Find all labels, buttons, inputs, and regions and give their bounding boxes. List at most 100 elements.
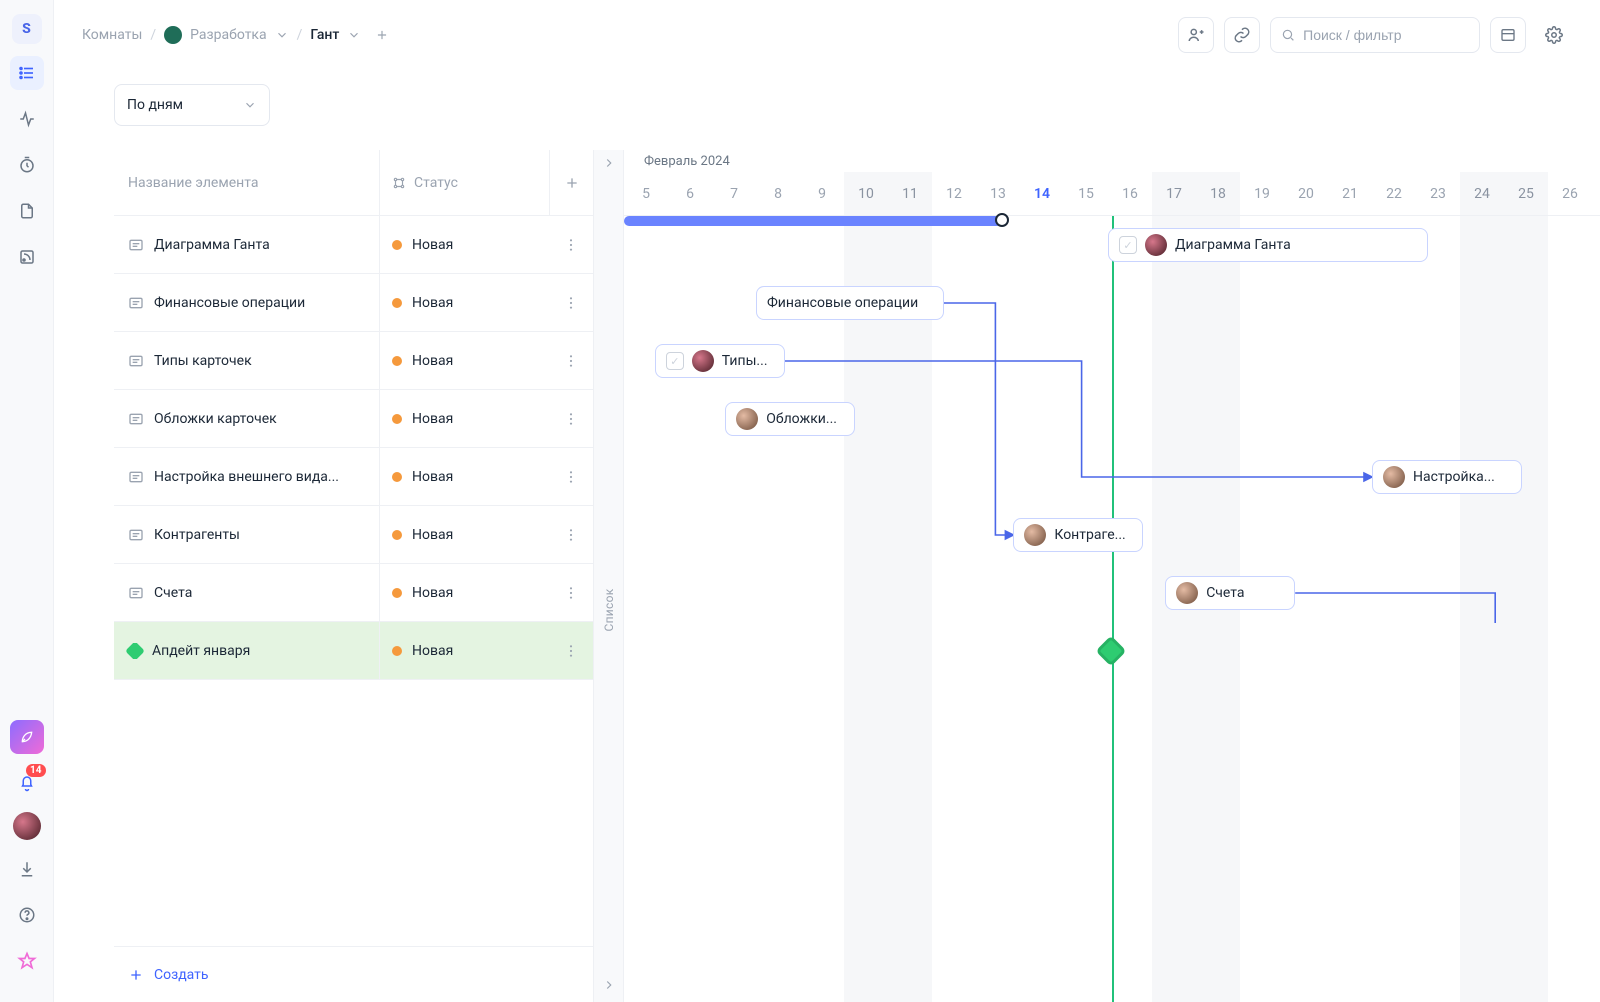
help-icon[interactable] bbox=[10, 898, 44, 932]
gantt-task[interactable]: Счета bbox=[1165, 576, 1295, 610]
assignee-avatar[interactable] bbox=[736, 408, 758, 430]
nav-activity-icon[interactable] bbox=[10, 102, 44, 136]
search-input[interactable] bbox=[1270, 17, 1480, 53]
nav-feed-icon[interactable] bbox=[10, 240, 44, 274]
gantt-row: Обложки... bbox=[624, 390, 1600, 448]
assignee-avatar[interactable] bbox=[692, 350, 714, 372]
gantt-task[interactable]: Настройка... bbox=[1372, 460, 1522, 494]
row-more-icon[interactable] bbox=[549, 390, 593, 447]
task-check-icon[interactable]: ✓ bbox=[666, 352, 684, 370]
status-dot bbox=[392, 588, 402, 598]
row-name: Счета bbox=[154, 585, 192, 601]
row-more-icon[interactable] bbox=[549, 622, 593, 679]
timeline-day[interactable]: 10 bbox=[844, 172, 888, 215]
timeline-day[interactable]: 16 bbox=[1108, 172, 1152, 215]
timeline-day[interactable]: 14 bbox=[1020, 172, 1064, 215]
plus-icon bbox=[128, 967, 144, 983]
settings-icon[interactable] bbox=[1536, 17, 1572, 53]
layout-icon[interactable] bbox=[1490, 17, 1526, 53]
list-row[interactable]: СчетаНовая bbox=[114, 564, 593, 622]
download-icon[interactable] bbox=[10, 852, 44, 886]
nav-doc-icon[interactable] bbox=[10, 194, 44, 228]
create-button[interactable]: Создать bbox=[114, 946, 593, 1002]
assignee-avatar[interactable] bbox=[1176, 582, 1198, 604]
gantt-milestone[interactable] bbox=[1096, 635, 1127, 666]
share-users-icon[interactable] bbox=[1178, 17, 1214, 53]
timeline-day[interactable]: 20 bbox=[1284, 172, 1328, 215]
row-more-icon[interactable] bbox=[549, 448, 593, 505]
timeline-day[interactable]: 13 bbox=[976, 172, 1020, 215]
timeline-day[interactable]: 15 bbox=[1064, 172, 1108, 215]
gantt-task[interactable]: Обложки... bbox=[725, 402, 855, 436]
link-icon[interactable] bbox=[1224, 17, 1260, 53]
status-dot bbox=[392, 240, 402, 250]
timeline-day[interactable]: 17 bbox=[1152, 172, 1196, 215]
timeline-day[interactable]: 12 bbox=[932, 172, 976, 215]
app-store-icon[interactable] bbox=[10, 944, 44, 978]
timeline-day[interactable]: 22 bbox=[1372, 172, 1416, 215]
status-label: Новая bbox=[412, 237, 453, 253]
list-row[interactable]: Апдейт январяНовая bbox=[114, 622, 593, 680]
upgrade-icon[interactable] bbox=[10, 720, 44, 754]
timeline-day[interactable]: 9 bbox=[800, 172, 844, 215]
timeline[interactable]: 567891011121314151617181920212223242526 bbox=[624, 172, 1600, 216]
timeline-day[interactable]: 8 bbox=[756, 172, 800, 215]
breadcrumb-project[interactable]: Разработка bbox=[190, 27, 266, 43]
nav-timer-icon[interactable] bbox=[10, 148, 44, 182]
gantt-task[interactable]: Финансовые операции bbox=[756, 286, 944, 320]
chevron-right-icon[interactable] bbox=[602, 978, 616, 992]
nav-list-icon[interactable] bbox=[10, 56, 44, 90]
task-label: Настройка... bbox=[1413, 469, 1495, 485]
assignee-avatar[interactable] bbox=[1383, 466, 1405, 488]
gantt-task[interactable]: ✓Диаграмма Ганта bbox=[1108, 228, 1428, 262]
add-view-icon[interactable] bbox=[375, 28, 389, 42]
chevron-down-icon[interactable] bbox=[347, 28, 361, 42]
timeline-day[interactable]: 18 bbox=[1196, 172, 1240, 215]
breadcrumb-root[interactable]: Комнаты bbox=[82, 27, 142, 43]
column-name-header[interactable]: Название элемента bbox=[114, 175, 379, 191]
gantt-task[interactable]: Контраге... bbox=[1013, 518, 1143, 552]
list-row[interactable]: Настройка внешнего вида...Новая bbox=[114, 448, 593, 506]
task-check-icon[interactable]: ✓ bbox=[1119, 236, 1137, 254]
card-icon bbox=[128, 295, 144, 311]
panel-divider[interactable]: Список bbox=[594, 150, 624, 1002]
timeline-day[interactable]: 19 bbox=[1240, 172, 1284, 215]
gantt-task[interactable]: ✓Типы... bbox=[655, 344, 785, 378]
column-status-header[interactable]: Статус bbox=[379, 150, 549, 215]
breadcrumb-view[interactable]: Гант bbox=[310, 27, 339, 43]
assignee-avatar[interactable] bbox=[1145, 234, 1167, 256]
row-more-icon[interactable] bbox=[549, 564, 593, 621]
card-icon bbox=[128, 469, 144, 485]
timeline-day[interactable]: 24 bbox=[1460, 172, 1504, 215]
chevron-down-icon[interactable] bbox=[275, 28, 289, 42]
timeline-day[interactable]: 21 bbox=[1328, 172, 1372, 215]
row-more-icon[interactable] bbox=[549, 216, 593, 273]
assignee-avatar[interactable] bbox=[1024, 524, 1046, 546]
timeline-day[interactable]: 26 bbox=[1548, 172, 1592, 215]
row-more-icon[interactable] bbox=[549, 332, 593, 389]
list-row[interactable]: Диаграмма ГантаНовая bbox=[114, 216, 593, 274]
list-row[interactable]: КонтрагентыНовая bbox=[114, 506, 593, 564]
row-more-icon[interactable] bbox=[549, 274, 593, 331]
chevron-down-icon bbox=[243, 98, 257, 112]
chevron-right-icon[interactable] bbox=[602, 156, 616, 170]
status-dot bbox=[392, 530, 402, 540]
timeline-day[interactable]: 7 bbox=[712, 172, 756, 215]
list-row[interactable]: Типы карточекНовая bbox=[114, 332, 593, 390]
search-field[interactable] bbox=[1303, 27, 1469, 43]
app-logo[interactable]: S bbox=[12, 14, 42, 44]
row-more-icon[interactable] bbox=[549, 506, 593, 563]
status-dot bbox=[392, 646, 402, 656]
timeline-day[interactable]: 5 bbox=[624, 172, 668, 215]
list-row[interactable]: Обложки карточекНовая bbox=[114, 390, 593, 448]
notifications-icon[interactable]: 14 bbox=[10, 766, 44, 800]
list-row[interactable]: Финансовые операцииНовая bbox=[114, 274, 593, 332]
timeline-day[interactable]: 25 bbox=[1504, 172, 1548, 215]
timeline-day[interactable]: 11 bbox=[888, 172, 932, 215]
user-avatar[interactable] bbox=[13, 812, 41, 840]
timeline-day[interactable]: 6 bbox=[668, 172, 712, 215]
scale-select[interactable]: По дням bbox=[114, 84, 270, 126]
add-column-icon[interactable] bbox=[549, 150, 593, 215]
timeline-day[interactable]: 23 bbox=[1416, 172, 1460, 215]
row-name: Типы карточек bbox=[154, 353, 252, 369]
